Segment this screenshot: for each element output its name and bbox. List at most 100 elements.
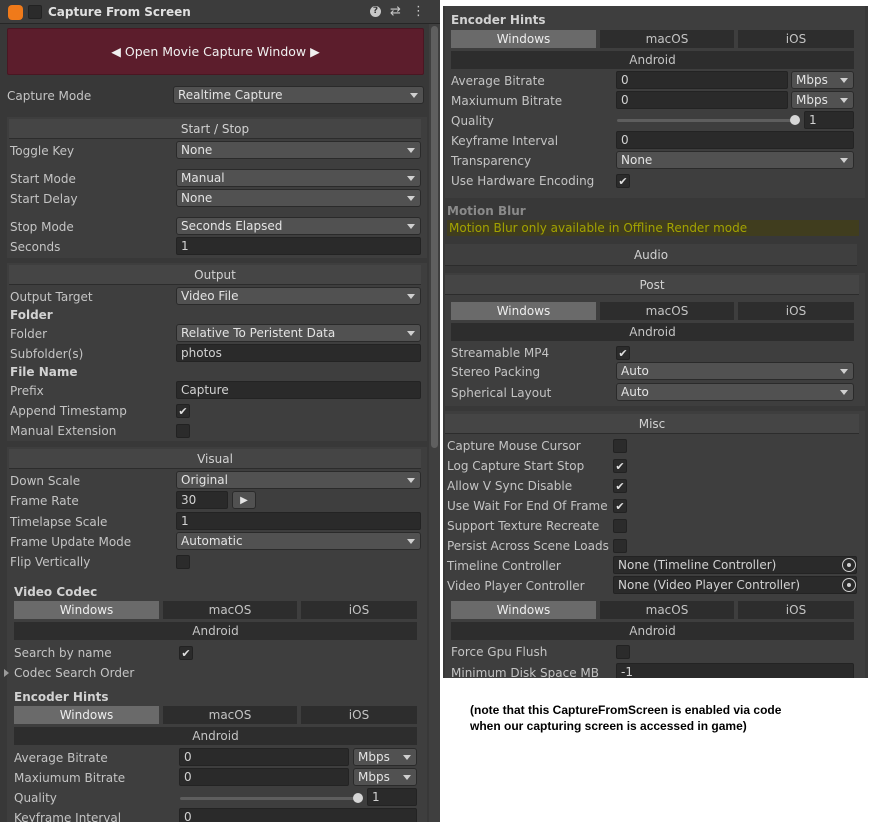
tab-windows[interactable]: Windows <box>14 601 159 619</box>
maximum-bitrate-field[interactable]: 0 <box>179 768 349 786</box>
force-gpu-flush-checkbox[interactable] <box>616 645 630 659</box>
tab-android[interactable]: Android <box>451 323 854 341</box>
capture-mouse-cursor-checkbox[interactable] <box>613 439 627 453</box>
output-header[interactable]: Output <box>9 265 421 285</box>
foldout-arrow-icon[interactable] <box>4 669 9 677</box>
quality-slider-knob[interactable] <box>790 115 800 125</box>
start-mode-dropdown[interactable]: Manual <box>176 169 421 187</box>
tab-android[interactable]: Android <box>451 51 854 69</box>
average-bitrate-unit-dropdown[interactable]: Mbps <box>791 71 854 89</box>
tab-ios[interactable]: iOS <box>738 601 854 619</box>
quality-field[interactable]: 1 <box>367 788 417 806</box>
maximum-bitrate-unit-dropdown[interactable]: Mbps <box>353 768 417 786</box>
output-target-value: Video File <box>181 289 239 303</box>
average-bitrate-unit-dropdown[interactable]: Mbps <box>353 748 417 766</box>
maximum-bitrate-unit-dropdown[interactable]: Mbps <box>791 91 854 109</box>
post-header[interactable]: Post <box>445 275 859 295</box>
frame-rate-label: Frame Rate <box>10 494 79 508</box>
tab-windows[interactable]: Windows <box>451 601 596 619</box>
motion-blur-heading: Motion Blur <box>447 204 526 218</box>
start-delay-label: Start Delay <box>10 192 78 206</box>
tab-ios[interactable]: iOS <box>301 706 417 724</box>
maximum-bitrate-field[interactable]: 0 <box>616 91 788 109</box>
tab-android[interactable]: Android <box>14 727 417 745</box>
minimum-disk-space-field[interactable]: -1 <box>616 663 854 678</box>
start-stop-header[interactable]: Start / Stop <box>9 119 421 139</box>
play-icon: ▶ <box>240 495 248 506</box>
quality-field[interactable]: 1 <box>804 111 854 129</box>
use-wait-for-end-of-frame-checkbox[interactable]: ✔ <box>613 499 627 513</box>
persist-across-scene-loads-checkbox[interactable] <box>613 539 627 553</box>
frame-rate-field[interactable]: 30 <box>176 491 228 509</box>
maximum-bitrate-unit: Mbps <box>358 770 390 784</box>
output-target-dropdown[interactable]: Video File <box>176 287 421 305</box>
object-picker-icon[interactable] <box>842 578 856 592</box>
allow-vsync-disable-checkbox[interactable]: ✔ <box>613 479 627 493</box>
stereo-packing-value: Auto <box>621 364 649 378</box>
enable-component-checkbox[interactable] <box>28 5 42 19</box>
toggle-key-dropdown[interactable]: None <box>176 141 421 159</box>
tab-macos[interactable]: macOS <box>163 601 297 619</box>
streamable-mp4-checkbox[interactable]: ✔ <box>616 346 630 360</box>
video-player-controller-field[interactable]: None (Video Player Controller) <box>613 576 857 594</box>
capture-mode-value: Realtime Capture <box>178 88 283 102</box>
append-timestamp-checkbox[interactable]: ✔ <box>176 404 190 418</box>
chevron-down-icon <box>410 93 418 98</box>
spherical-layout-dropdown[interactable]: Auto <box>616 383 854 401</box>
subfolder-field[interactable]: photos <box>176 344 421 362</box>
file-name-heading: File Name <box>10 365 78 379</box>
quality-slider-track[interactable] <box>180 797 360 800</box>
tab-windows[interactable]: Windows <box>14 706 159 724</box>
audio-header[interactable]: Audio <box>445 244 857 266</box>
sliders-icon[interactable]: ⇄ <box>390 3 401 21</box>
stop-mode-dropdown[interactable]: Seconds Elapsed <box>176 217 421 235</box>
kebab-icon[interactable]: ⋮ <box>412 3 425 21</box>
tab-ios[interactable]: iOS <box>738 30 854 48</box>
tab-macos[interactable]: macOS <box>600 302 734 320</box>
tab-windows[interactable]: Windows <box>451 30 596 48</box>
average-bitrate-field[interactable]: 0 <box>179 748 349 766</box>
frame-update-mode-dropdown[interactable]: Automatic <box>176 532 421 550</box>
timeline-controller-field[interactable]: None (Timeline Controller) <box>613 556 857 574</box>
capture-mode-dropdown[interactable]: Realtime Capture <box>173 86 424 104</box>
tab-ios[interactable]: iOS <box>301 601 417 619</box>
tab-android[interactable]: Android <box>451 622 854 640</box>
visual-header[interactable]: Visual <box>9 449 421 469</box>
seconds-field[interactable]: 1 <box>176 237 421 255</box>
flip-vertically-checkbox[interactable] <box>176 555 190 569</box>
transparency-dropdown[interactable]: None <box>616 151 854 169</box>
timelapse-scale-field[interactable]: 1 <box>176 512 421 530</box>
help-icon[interactable]: ? <box>370 6 381 17</box>
start-delay-dropdown[interactable]: None <box>176 189 421 207</box>
codec-search-order-foldout[interactable]: Codec Search Order <box>14 664 134 682</box>
quality-slider-track[interactable] <box>617 119 797 122</box>
object-picker-icon[interactable] <box>842 558 856 572</box>
left-scrollbar-thumb[interactable] <box>431 26 438 448</box>
manual-extension-checkbox[interactable] <box>176 424 190 438</box>
tab-ios[interactable]: iOS <box>738 302 854 320</box>
tab-windows[interactable]: Windows <box>451 302 596 320</box>
frame-rate-play-button[interactable]: ▶ <box>232 491 256 509</box>
keyframe-interval-field[interactable]: 0 <box>179 808 417 822</box>
average-bitrate-field[interactable]: 0 <box>616 71 788 89</box>
tab-macos[interactable]: macOS <box>600 601 734 619</box>
manual-extension-label: Manual Extension <box>10 424 117 438</box>
stereo-packing-dropdown[interactable]: Auto <box>616 362 854 380</box>
misc-header[interactable]: Misc <box>445 414 859 434</box>
use-hardware-encoding-checkbox[interactable]: ✔ <box>616 174 630 188</box>
search-by-name-checkbox[interactable]: ✔ <box>179 646 193 660</box>
support-texture-recreate-checkbox[interactable] <box>613 519 627 533</box>
video-player-controller-label: Video Player Controller <box>447 579 585 593</box>
chevron-down-icon <box>403 755 411 760</box>
prefix-field[interactable]: Capture <box>176 381 421 399</box>
stop-mode-label: Stop Mode <box>10 220 74 234</box>
down-scale-dropdown[interactable]: Original <box>176 471 421 489</box>
log-capture-start-stop-checkbox[interactable]: ✔ <box>613 459 627 473</box>
quality-slider-knob[interactable] <box>353 793 363 803</box>
keyframe-interval-field[interactable]: 0 <box>616 131 854 149</box>
stereo-packing-label: Stereo Packing <box>451 365 541 379</box>
folder-dropdown[interactable]: Relative To Peristent Data <box>176 324 421 342</box>
tab-macos[interactable]: macOS <box>163 706 297 724</box>
tab-android[interactable]: Android <box>14 622 417 640</box>
tab-macos[interactable]: macOS <box>600 30 734 48</box>
